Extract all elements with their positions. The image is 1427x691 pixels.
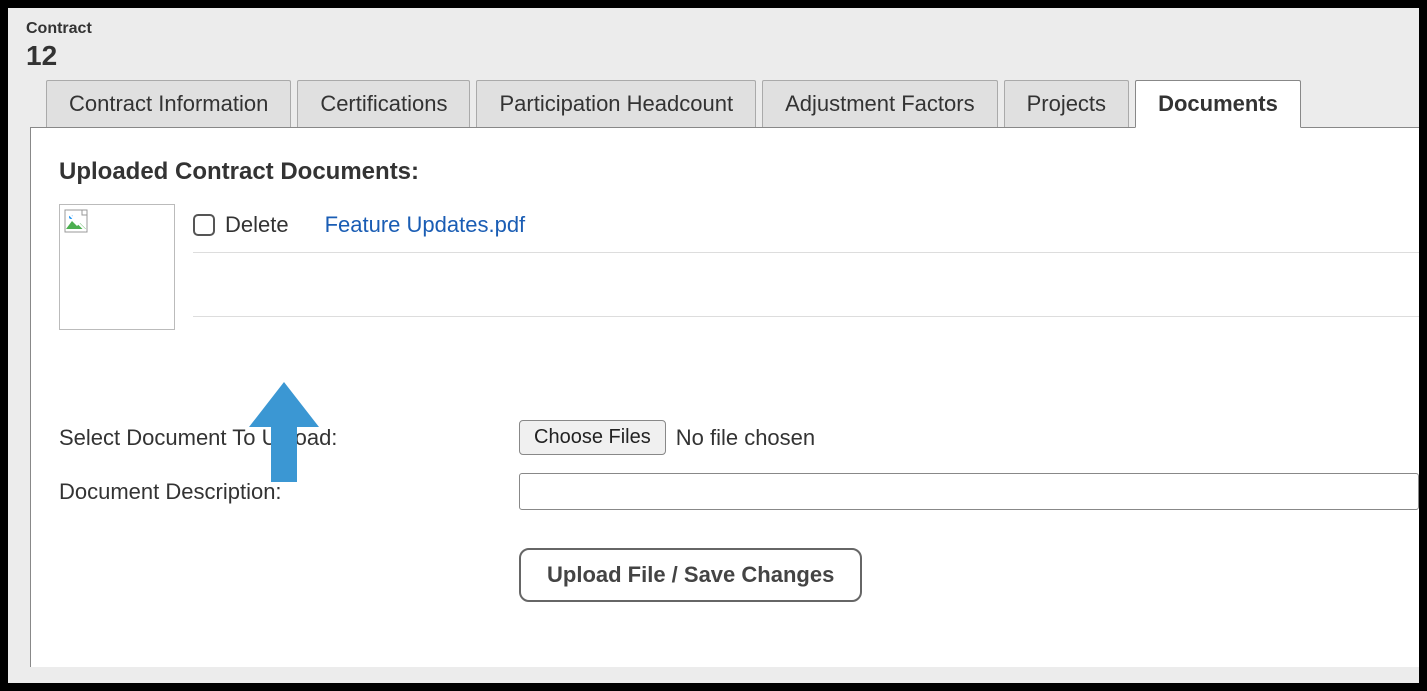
file-input-group: Choose Files No file chosen bbox=[519, 420, 1419, 455]
upload-button-row: Upload File / Save Changes bbox=[519, 548, 1419, 602]
document-description-input[interactable] bbox=[519, 473, 1419, 510]
choose-files-button[interactable]: Choose Files bbox=[519, 420, 666, 455]
select-document-label: Select Document To Upload: bbox=[59, 425, 519, 451]
app-frame: Contract 12 Contract Information Certifi… bbox=[0, 0, 1427, 691]
tab-panel-documents: Uploaded Contract Documents: bbox=[30, 127, 1419, 667]
document-description-label: Document Description: bbox=[59, 479, 519, 505]
document-description-field-wrap bbox=[519, 473, 1419, 510]
page-label: Contract bbox=[26, 20, 1419, 38]
tab-certifications[interactable]: Certifications bbox=[297, 80, 470, 128]
delete-checkbox[interactable] bbox=[193, 214, 215, 236]
tab-adjustment-factors[interactable]: Adjustment Factors bbox=[762, 80, 998, 128]
tab-contract-information[interactable]: Contract Information bbox=[46, 80, 291, 128]
document-link[interactable]: Feature Updates.pdf bbox=[325, 212, 526, 238]
contract-number: 12 bbox=[26, 40, 1419, 72]
tab-bar: Contract Information Certifications Part… bbox=[26, 80, 1419, 128]
tab-projects[interactable]: Projects bbox=[1004, 80, 1129, 128]
tab-documents[interactable]: Documents bbox=[1135, 80, 1301, 128]
document-row-empty bbox=[193, 253, 1419, 317]
broken-image-icon bbox=[64, 220, 88, 237]
upload-save-button[interactable]: Upload File / Save Changes bbox=[519, 548, 862, 602]
document-rows: Delete Feature Updates.pdf bbox=[193, 204, 1419, 317]
document-row: Delete Feature Updates.pdf bbox=[193, 204, 1419, 253]
delete-label: Delete bbox=[225, 212, 289, 238]
file-chosen-status: No file chosen bbox=[676, 425, 815, 451]
document-thumbnail[interactable] bbox=[59, 204, 175, 330]
documents-list: Delete Feature Updates.pdf bbox=[59, 204, 1419, 330]
tab-participation-headcount[interactable]: Participation Headcount bbox=[476, 80, 756, 128]
documents-heading: Uploaded Contract Documents: bbox=[59, 158, 1419, 186]
upload-form: Select Document To Upload: Choose Files … bbox=[59, 420, 1419, 602]
